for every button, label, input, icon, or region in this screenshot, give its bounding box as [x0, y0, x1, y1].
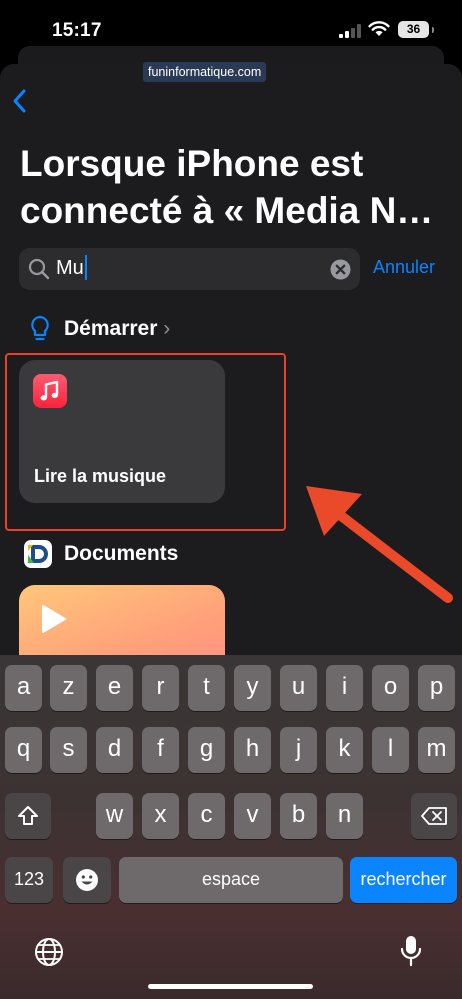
- cellular-signal-icon: [339, 24, 361, 38]
- key-z[interactable]: z: [50, 665, 87, 711]
- emoji-icon: [76, 869, 98, 891]
- key-y[interactable]: y: [234, 665, 271, 711]
- key-s[interactable]: s: [50, 727, 87, 773]
- numbers-key[interactable]: 123: [5, 857, 53, 903]
- cancel-button[interactable]: Annuler: [373, 257, 435, 278]
- key-c[interactable]: c: [188, 793, 225, 839]
- key-k[interactable]: k: [326, 727, 363, 773]
- page-title: Lorsque iPhone est connecté à « Media N…: [20, 140, 450, 234]
- key-i[interactable]: i: [326, 665, 363, 711]
- pointer-arrow: [306, 486, 453, 603]
- key-b[interactable]: b: [280, 793, 317, 839]
- text-caret: [84, 254, 87, 280]
- key-n[interactable]: n: [326, 793, 363, 839]
- battery-icon: 36: [398, 21, 429, 38]
- search-input[interactable]: Mu: [56, 254, 87, 280]
- page-title-line-1: Lorsque iPhone est: [20, 143, 364, 184]
- key-l[interactable]: l: [372, 727, 409, 773]
- battery-tip: [432, 27, 434, 33]
- key-m[interactable]: m: [418, 727, 455, 773]
- key-v[interactable]: v: [234, 793, 271, 839]
- home-indicator[interactable]: [148, 984, 313, 989]
- delete-backspace-icon: [421, 807, 447, 825]
- key-t[interactable]: t: [188, 665, 225, 711]
- page-title-line-2: connecté à « Media N…: [20, 190, 434, 231]
- space-key[interactable]: espace: [119, 857, 343, 903]
- key-j[interactable]: j: [280, 727, 317, 773]
- clear-text-icon[interactable]: [330, 259, 351, 280]
- play-icon: [42, 605, 66, 633]
- key-o[interactable]: o: [372, 665, 409, 711]
- key-u[interactable]: u: [280, 665, 317, 711]
- key-d[interactable]: d: [96, 727, 133, 773]
- search-icon: [28, 258, 50, 280]
- key-p[interactable]: p: [418, 665, 455, 711]
- shift-icon: [18, 806, 38, 825]
- microphone-icon[interactable]: [399, 934, 423, 968]
- highlight-box: [5, 353, 286, 531]
- search-field[interactable]: Mu: [19, 248, 360, 290]
- globe-icon[interactable]: [34, 937, 64, 967]
- documents-app-icon: [24, 540, 52, 568]
- documents-logo: [28, 545, 48, 563]
- search-return-key[interactable]: rechercher: [350, 857, 457, 903]
- wifi-icon: [368, 21, 390, 36]
- key-r[interactable]: r: [142, 665, 179, 711]
- key-f[interactable]: f: [142, 727, 179, 773]
- section-documents-label: Documents: [64, 542, 179, 565]
- key-w[interactable]: w: [96, 793, 133, 839]
- emoji-key[interactable]: [63, 857, 111, 903]
- key-x[interactable]: x: [142, 793, 179, 839]
- shift-key[interactable]: [5, 793, 51, 839]
- delete-key[interactable]: [411, 793, 457, 839]
- key-e[interactable]: e: [96, 665, 133, 711]
- section-start-text: Démarrer: [64, 317, 158, 340]
- key-g[interactable]: g: [188, 727, 225, 773]
- search-input-text: Mu: [56, 257, 84, 279]
- key-a[interactable]: a: [5, 665, 42, 711]
- status-time: 15:17: [52, 20, 102, 41]
- section-start-label: Démarrer ›: [64, 317, 170, 341]
- watermark: funinformatique.com: [143, 62, 267, 82]
- key-h[interactable]: h: [234, 727, 271, 773]
- back-chevron-icon[interactable]: [10, 86, 30, 116]
- key-q[interactable]: q: [5, 727, 42, 773]
- lightbulb-icon: [31, 315, 49, 341]
- chevron-right-icon: ›: [163, 317, 171, 340]
